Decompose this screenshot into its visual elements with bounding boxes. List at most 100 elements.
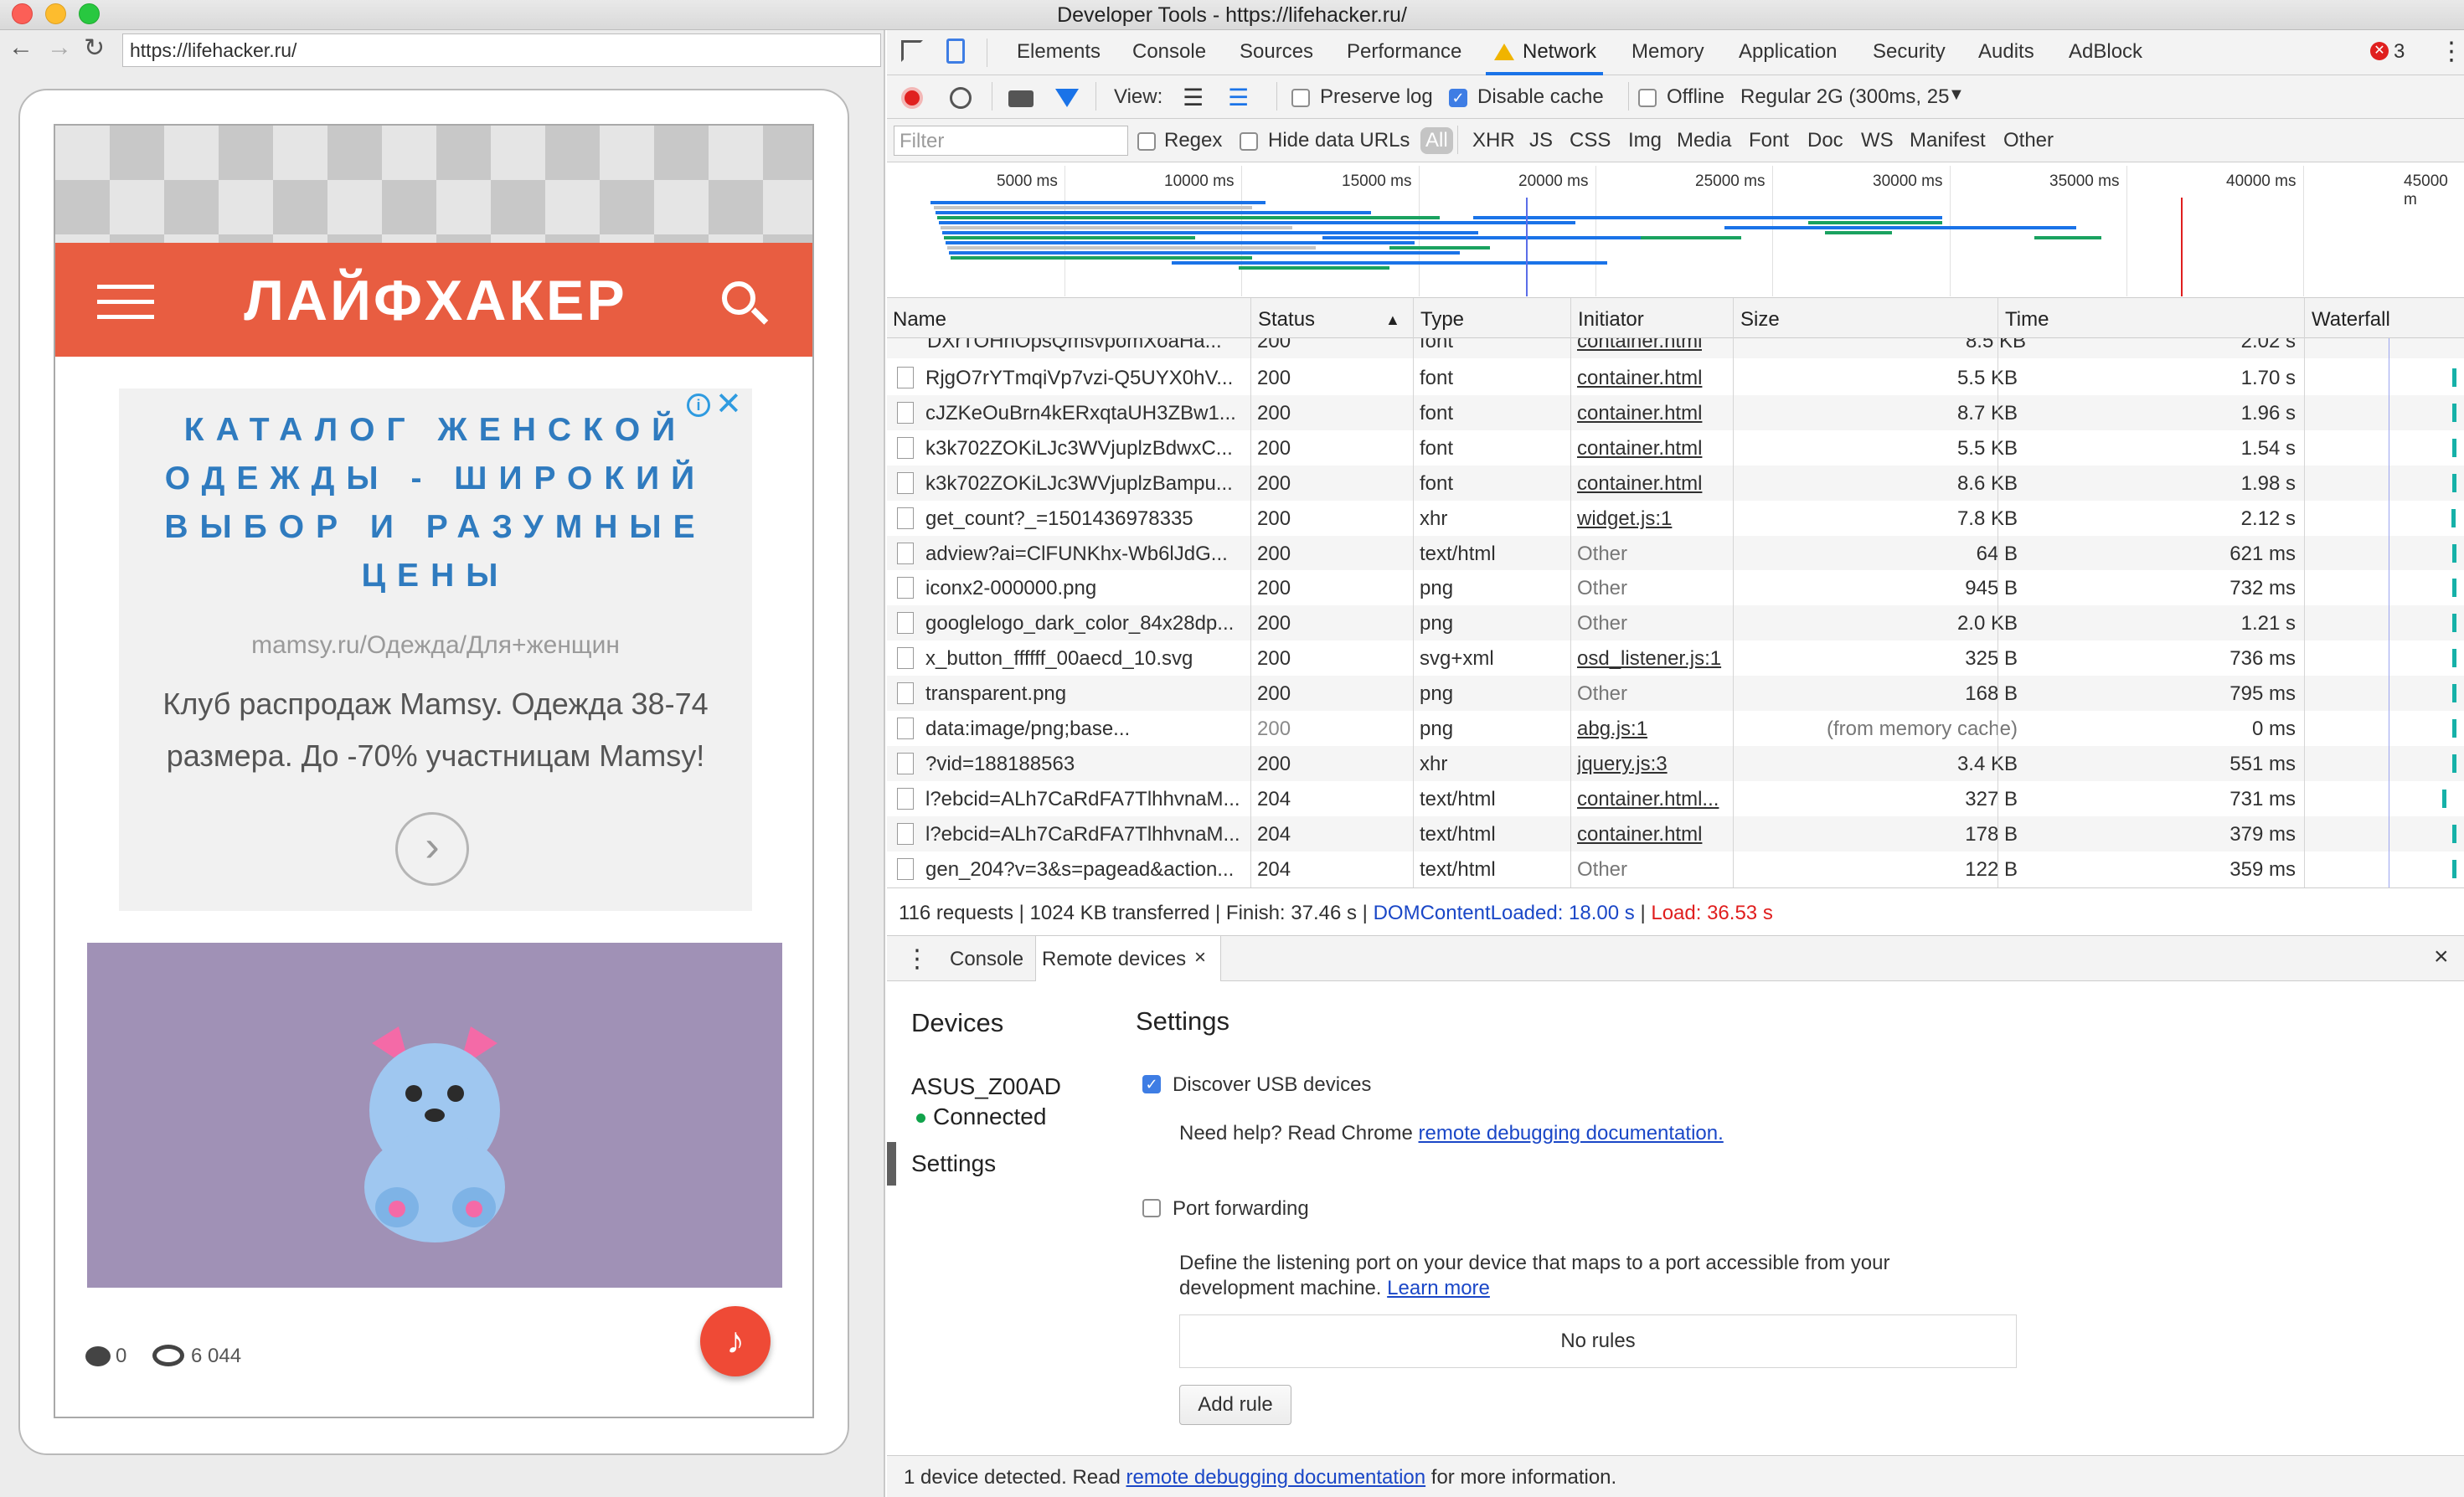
drawer-tab-console[interactable]: Console — [950, 948, 1023, 971]
column-waterfall[interactable]: Waterfall — [2312, 308, 2390, 332]
inspect-element-icon[interactable] — [901, 40, 923, 62]
table-row[interactable]: googlelogo_dark_color_84x28dp... 200 png Ot… — [887, 605, 2464, 641]
request-name[interactable]: googlelogo_dark_color_84x28dp... — [925, 612, 1294, 635]
hide-data-urls-checkbox[interactable] — [1240, 132, 1258, 151]
request-initiator[interactable]: jquery.js:3 — [1577, 753, 1736, 776]
table-row[interactable]: RjgO7rYTmqiVp7vzi-Q5UYX0hV... 200 font cont… — [887, 360, 2464, 395]
back-icon[interactable]: ← — [8, 33, 34, 62]
request-initiator[interactable]: container.html — [1577, 437, 1736, 460]
column-name[interactable]: Name — [893, 308, 946, 332]
notifications-bell-button[interactable]: ♪ — [700, 1306, 771, 1376]
close-drawer-icon[interactable]: × — [2434, 943, 2449, 971]
column-initiator[interactable]: Initiator — [1578, 308, 1644, 332]
capture-screenshots-icon[interactable] — [1008, 90, 1034, 107]
tab-adblock[interactable]: AdBlock — [2069, 40, 2142, 64]
filter-type-js[interactable]: JS — [1529, 129, 1553, 152]
learn-more-link[interactable]: Learn more — [1387, 1277, 1490, 1299]
tab-application[interactable]: Application — [1739, 40, 1837, 64]
filter-type-doc[interactable]: Doc — [1807, 129, 1843, 152]
filter-type-css[interactable]: CSS — [1570, 129, 1611, 152]
table-row[interactable]: k3k702ZOKiLJc3WVjuplzBampu... 200 font cont… — [887, 465, 2464, 501]
disable-cache-checkbox[interactable]: ✓ — [1449, 89, 1467, 107]
table-row[interactable]: l?ebcid=ALh7CaRdFA7TlhhvnaM... 204 text/ht… — [887, 780, 2464, 816]
comments-icon[interactable] — [85, 1346, 111, 1366]
record-button[interactable] — [901, 87, 923, 109]
table-row[interactable]: x_button_ffffff_00aecd_10.svg 200 svg+xml o… — [887, 640, 2464, 676]
offline-checkbox[interactable] — [1638, 89, 1657, 107]
error-icon[interactable]: ✕ — [2370, 42, 2389, 60]
table-row[interactable]: cJZKeOuBrn4kERxqtaUH3ZBw1... 200 font conta… — [887, 394, 2464, 430]
request-name[interactable]: l?ebcid=ALh7CaRdFA7TlhhvnaM... — [925, 823, 1294, 846]
filter-type-font[interactable]: Font — [1749, 129, 1789, 152]
request-name[interactable]: ?vid=188188563 — [925, 753, 1294, 776]
status-docs-link[interactable]: remote debugging documentation — [1126, 1466, 1426, 1489]
tab-console[interactable]: Console — [1132, 40, 1206, 64]
clear-icon[interactable] — [950, 87, 972, 109]
regex-checkbox[interactable] — [1137, 132, 1156, 151]
request-name[interactable]: adview?ai=ClFUNKhx-Wb6lJdG... — [925, 543, 1294, 566]
close-tab-icon[interactable]: × — [1194, 946, 1206, 970]
request-name[interactable]: k3k702ZOKiLJc3WVjuplzBampu... — [925, 472, 1294, 496]
request-initiator[interactable]: widget.js:1 — [1577, 507, 1736, 531]
table-row[interactable]: k3k702ZOKiLJc3WVjuplzBdwxC... 200 font cont… — [887, 430, 2464, 466]
filter-icon[interactable] — [1055, 89, 1079, 107]
forward-icon[interactable]: → — [47, 33, 72, 62]
throttling-select[interactable]: Regular 2G (300ms, 25 — [1740, 85, 1949, 109]
drawer-menu-icon[interactable]: ⋮ — [905, 944, 930, 974]
filter-type-all[interactable]: All — [1420, 127, 1453, 154]
column-type[interactable]: Type — [1420, 308, 1464, 332]
column-size[interactable]: Size — [1740, 308, 1780, 332]
table-row[interactable]: ?vid=188188563 200 xhr jquery.js:3 3.4 KB 551… — [887, 745, 2464, 781]
request-initiator[interactable]: container.html — [1577, 402, 1736, 425]
tab-sources[interactable]: Sources — [1240, 40, 1313, 64]
remote-debugging-docs-link[interactable]: remote debugging documentation. — [1419, 1122, 1724, 1145]
tab-audits[interactable]: Audits — [1978, 40, 2034, 64]
table-row[interactable]: iconx2-000000.png 200 png Other 945 B 732 ms — [887, 570, 2464, 606]
drawer-tab-remote-devices[interactable]: Remote devices — [1042, 948, 1186, 971]
preserve-log-checkbox[interactable] — [1291, 89, 1310, 107]
filter-input[interactable]: Filter — [894, 126, 1128, 156]
more-options-icon[interactable]: ⋮ — [2439, 37, 2464, 66]
search-icon[interactable] — [722, 281, 755, 315]
request-initiator[interactable]: abg.js:1 — [1577, 718, 1736, 741]
device-name[interactable]: ASUS_Z00AD — [911, 1073, 1061, 1100]
filter-type-manifest[interactable]: Manifest — [1910, 129, 1986, 152]
tab-network[interactable]: Network — [1523, 40, 1596, 64]
column-time[interactable]: Time — [2005, 308, 2049, 332]
discover-usb-checkbox[interactable]: ✓ — [1142, 1075, 1161, 1093]
request-name[interactable]: k3k702ZOKiLJc3WVjuplzBdwxC... — [925, 437, 1294, 460]
table-row[interactable]: get_count?_=1501436978335 200 xhr widget.js… — [887, 500, 2464, 536]
request-name[interactable]: RjgO7rYTmqiVp7vzi-Q5UYX0hV... — [925, 367, 1294, 390]
table-row[interactable]: data:image/png;base... 200 png abg.js:1 (fro… — [887, 711, 2464, 746]
site-logo[interactable]: ЛАЙФХАКЕР — [55, 268, 812, 333]
filter-type-media[interactable]: Media — [1677, 129, 1731, 152]
filter-type-xhr[interactable]: XHR — [1472, 129, 1515, 152]
request-name[interactable]: get_count?_=1501436978335 — [925, 507, 1294, 531]
table-row-partial[interactable]: DXrTOHhOpsQmsvpomXoaHa... 200 font conta… — [887, 338, 2464, 358]
request-name[interactable]: gen_204?v=3&s=pagead&action... — [925, 858, 1294, 882]
request-initiator[interactable]: osd_listener.js:1 — [1577, 647, 1736, 671]
large-rows-icon[interactable]: ☰ — [1183, 84, 1204, 111]
request-initiator[interactable]: container.html... — [1577, 788, 1736, 811]
table-row[interactable]: l?ebcid=ALh7CaRdFA7TlhhvnaM... 204 text/ht… — [887, 815, 2464, 851]
table-row[interactable]: gen_204?v=3&s=pagead&action... 204 text/ht… — [887, 851, 2464, 887]
filter-type-other[interactable]: Other — [2003, 129, 2054, 152]
filter-type-img[interactable]: Img — [1628, 129, 1662, 152]
tab-elements[interactable]: Elements — [1017, 40, 1101, 64]
url-input[interactable]: https://lifehacker.ru/ — [122, 33, 881, 67]
request-name[interactable]: l?ebcid=ALh7CaRdFA7TlhhvnaM... — [925, 788, 1294, 811]
filter-type-ws[interactable]: WS — [1861, 129, 1894, 152]
request-initiator[interactable]: container.html — [1577, 338, 1702, 353]
tab-memory[interactable]: Memory — [1631, 40, 1704, 64]
request-name[interactable]: data:image/png;base... — [925, 718, 1294, 741]
table-row[interactable]: adview?ai=ClFUNKhx-Wb6lJdG... 200 text/htm… — [887, 535, 2464, 571]
reload-icon[interactable]: ↻ — [84, 33, 105, 63]
settings-nav-item[interactable]: Settings — [911, 1150, 996, 1177]
request-name[interactable]: x_button_ffffff_00aecd_10.svg — [925, 647, 1294, 671]
tab-performance[interactable]: Performance — [1347, 40, 1461, 64]
port-forwarding-checkbox[interactable] — [1142, 1199, 1161, 1217]
overview-icon[interactable]: ☰ — [1228, 84, 1249, 111]
tab-security[interactable]: Security — [1873, 40, 1946, 64]
article-image[interactable] — [87, 943, 782, 1288]
device-toolbar-icon[interactable] — [946, 39, 965, 64]
